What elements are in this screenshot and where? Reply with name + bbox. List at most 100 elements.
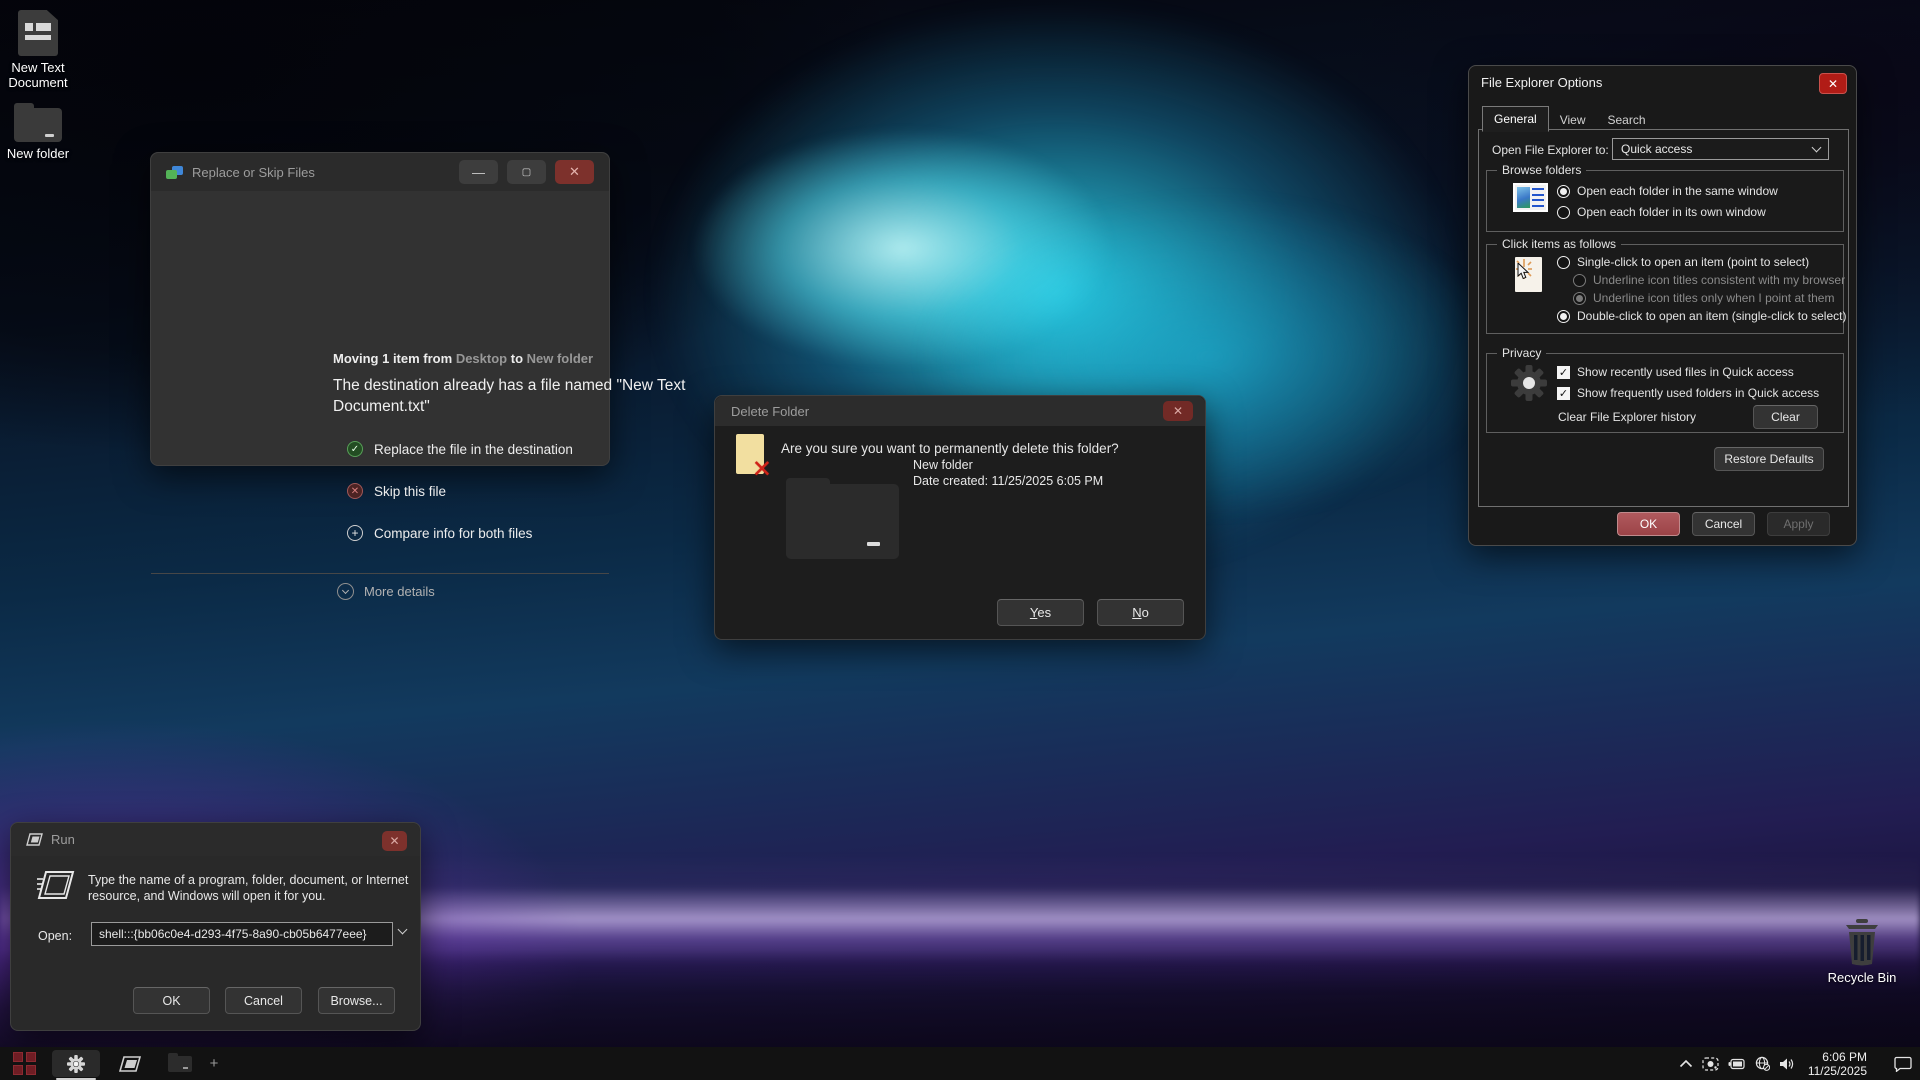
open-to-dropdown[interactable]: Quick access xyxy=(1612,138,1829,160)
radio-same-window[interactable]: Open each folder in the same window xyxy=(1557,184,1778,198)
check-recent-files[interactable]: ✓ Show recently used files in Quick acce… xyxy=(1557,365,1794,379)
replace-window-titlebar[interactable]: Replace or Skip Files — ▢ ✕ xyxy=(151,153,609,191)
radio-double-click[interactable]: Double-click to open an item (single-cli… xyxy=(1557,309,1846,323)
copy-files-icon xyxy=(166,166,183,179)
run-icon xyxy=(26,833,43,846)
group-legend: Browse folders xyxy=(1497,163,1586,177)
desktop-icon-new-text-document[interactable]: New Text Document xyxy=(0,10,82,90)
taskbar-item-run[interactable] xyxy=(108,1050,152,1077)
desktop-icon-recycle-bin[interactable]: Recycle Bin xyxy=(1818,918,1906,985)
open-combobox[interactable]: shell:::{bb06c0e4-d293-4f75-8a90-cb05b64… xyxy=(91,922,393,946)
cancel-button[interactable]: Cancel xyxy=(225,987,302,1014)
clear-button[interactable]: Clear xyxy=(1753,405,1818,429)
yes-button[interactable]: Yes xyxy=(997,599,1084,626)
checkbox-icon: ✓ xyxy=(1557,366,1570,379)
close-button[interactable]: ✕ xyxy=(555,160,594,184)
restore-defaults-button[interactable]: Restore Defaults xyxy=(1714,447,1824,471)
window-title: File Explorer Options xyxy=(1481,75,1602,90)
divider xyxy=(151,573,609,574)
radio-icon xyxy=(1557,206,1570,219)
gear-icon xyxy=(66,1054,86,1074)
move-source: Desktop xyxy=(456,351,507,366)
system-tray: 6:06 PM 11/25/2025 xyxy=(1679,1047,1920,1080)
browse-button[interactable]: Browse... xyxy=(318,987,395,1014)
window-title: Replace or Skip Files xyxy=(192,165,315,180)
move-summary: Moving 1 item from Desktop to New folder xyxy=(333,351,593,366)
tray-date: 11/25/2025 xyxy=(1808,1064,1867,1078)
no-button[interactable]: No xyxy=(1097,599,1184,626)
close-button[interactable]: ✕ xyxy=(1819,73,1847,94)
chevron-up-icon[interactable] xyxy=(1679,1059,1693,1068)
check-frequent-folders[interactable]: ✓ Show frequently used folders in Quick … xyxy=(1557,386,1819,400)
delete-dialog-titlebar[interactable]: Delete Folder ✕ xyxy=(715,396,1205,426)
radio-underline-point: Underline icon titles only when I point … xyxy=(1573,291,1834,305)
file-explorer-options-dialog: File Explorer Options ✕ General View Sea… xyxy=(1468,65,1857,546)
text-document-icon xyxy=(18,10,58,56)
new-taskbar-item-button[interactable]: + xyxy=(204,1050,224,1077)
desktop-icon-new-folder[interactable]: New folder xyxy=(0,108,82,161)
privacy-group: Privacy ✓ Show re xyxy=(1486,353,1844,433)
browse-folders-group: Browse folders Open each folder in the s… xyxy=(1486,170,1844,232)
radio-single-click[interactable]: Single-click to open an item (point to s… xyxy=(1557,255,1809,269)
window-title: Run xyxy=(51,832,75,847)
compare-files-option[interactable]: + Compare info for both files xyxy=(347,525,532,541)
radio-icon xyxy=(1573,292,1586,305)
conflict-message: The destination already has a file named… xyxy=(333,375,698,417)
apply-button[interactable]: Apply xyxy=(1767,512,1830,536)
delete-confirm-message: Are you sure you want to permanently del… xyxy=(781,441,1119,456)
delete-file-icon: ✕ xyxy=(736,434,764,474)
minimize-button[interactable]: — xyxy=(459,160,498,184)
folder-name: New folder xyxy=(913,458,973,472)
run-titlebar[interactable]: Run ✕ xyxy=(11,823,420,856)
radio-underline-browser: Underline icon titles consistent with my… xyxy=(1573,273,1845,287)
open-label: Open: xyxy=(38,929,72,943)
taskbar-item-folder[interactable] xyxy=(158,1050,202,1077)
folder-date-created: Date created: 11/25/2025 6:05 PM xyxy=(913,474,1103,488)
delete-folder-dialog: Delete Folder ✕ ✕ Are you sure you want … xyxy=(714,395,1206,640)
cancel-button[interactable]: Cancel xyxy=(1692,512,1755,536)
feo-titlebar[interactable]: File Explorer Options xyxy=(1469,66,1856,99)
group-legend: Privacy xyxy=(1497,346,1546,360)
taskbar-clock[interactable]: 6:06 PM 11/25/2025 xyxy=(1804,1050,1871,1078)
start-icon xyxy=(13,1052,36,1075)
checkbox-icon: ✓ xyxy=(1557,387,1570,400)
run-dialog: Run ✕ Type the name of a program, folder… xyxy=(10,822,421,1031)
taskbar-item-settings[interactable] xyxy=(52,1050,100,1077)
start-button[interactable] xyxy=(4,1050,44,1077)
close-button[interactable]: ✕ xyxy=(1163,401,1193,421)
mouse-cursor xyxy=(1517,263,1530,281)
close-button[interactable]: ✕ xyxy=(382,831,407,851)
radio-own-window[interactable]: Open each folder in its own window xyxy=(1557,205,1766,219)
replace-or-skip-files-window: Replace or Skip Files — ▢ ✕ Moving 1 ite… xyxy=(150,152,610,466)
battery-charging-icon[interactable] xyxy=(1728,1058,1746,1070)
chevron-down-icon xyxy=(1812,143,1822,153)
notifications-bubble-icon[interactable] xyxy=(1894,1056,1912,1072)
radio-icon xyxy=(1557,256,1570,269)
globe-no-internet-icon[interactable] xyxy=(1755,1056,1770,1071)
more-details-toggle[interactable]: More details xyxy=(337,583,435,600)
ok-button[interactable]: OK xyxy=(133,987,210,1014)
plus-circle-icon: + xyxy=(347,525,363,541)
recycle-bin-icon xyxy=(1842,918,1882,966)
window-title: Delete Folder xyxy=(731,404,809,419)
volume-icon[interactable] xyxy=(1779,1057,1795,1071)
tab-general[interactable]: General xyxy=(1482,106,1549,132)
skip-file-option[interactable]: ✕ Skip this file xyxy=(347,483,446,499)
ok-button[interactable]: OK xyxy=(1617,512,1680,536)
group-legend: Click items as follows xyxy=(1497,237,1621,251)
open-to-label: Open File Explorer to: xyxy=(1492,143,1609,157)
folder-preview-icon xyxy=(786,484,899,559)
move-destination: New folder xyxy=(527,351,593,366)
taskbar: + xyxy=(0,1047,1920,1080)
maximize-button[interactable]: ▢ xyxy=(507,160,546,184)
folder-icon xyxy=(168,1056,192,1072)
chevron-down-icon[interactable] xyxy=(398,925,408,935)
check-circle-icon: ✓ xyxy=(347,441,363,457)
radio-icon xyxy=(1557,185,1570,198)
run-icon xyxy=(119,1056,141,1072)
replace-file-option[interactable]: ✓ Replace the file in the destination xyxy=(347,441,573,457)
feo-general-panel: Open File Explorer to: Quick access Brow… xyxy=(1478,129,1849,507)
tray-time: 6:06 PM xyxy=(1808,1050,1867,1064)
radio-icon xyxy=(1573,274,1586,287)
touch-indicator-icon[interactable] xyxy=(1702,1057,1719,1071)
